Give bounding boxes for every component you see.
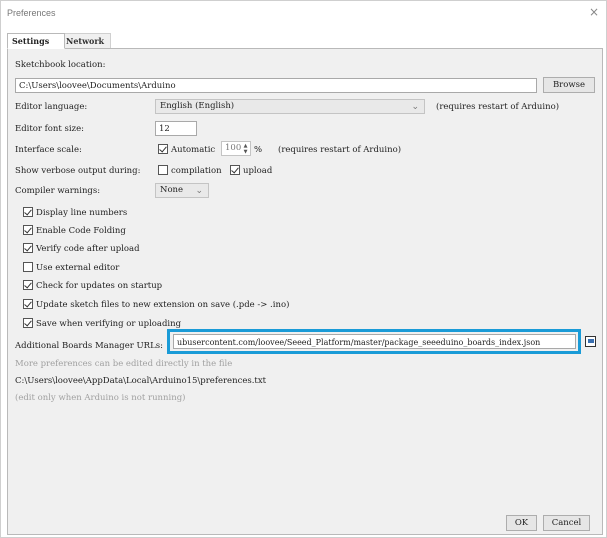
editor-language-label: Editor language: xyxy=(15,102,88,112)
editor-language-select[interactable]: English (English) ⌄ xyxy=(155,99,425,114)
window-title: Preferences xyxy=(7,8,56,18)
save-when-verifying-label: Save when verifying or uploading xyxy=(36,319,182,329)
update-extension-label: Update sketch files to new extension on … xyxy=(36,300,290,310)
verbose-compilation-label: compilation xyxy=(171,166,222,176)
tab-network[interactable]: Network xyxy=(61,33,111,49)
update-extension-checkbox[interactable] xyxy=(23,299,33,309)
edit-urls-icon[interactable] xyxy=(585,336,596,347)
scale-spinner[interactable]: 100 ▲ ▼ xyxy=(221,141,251,156)
preferences-window: Preferences × Settings Network Sketchboo… xyxy=(0,0,607,538)
browse-button[interactable]: Browse xyxy=(543,77,595,93)
external-editor-label: Use external editor xyxy=(36,263,120,273)
tab-settings[interactable]: Settings xyxy=(7,33,65,49)
check-updates-label: Check for updates on startup xyxy=(36,281,163,291)
external-editor-checkbox[interactable] xyxy=(23,262,33,272)
settings-panel: Sketchbook location: C:\Users\loovee\Doc… xyxy=(7,48,603,535)
enable-code-folding-label: Enable Code Folding xyxy=(36,226,126,236)
scale-value: 100 xyxy=(225,143,242,153)
check-updates-checkbox[interactable] xyxy=(23,280,33,290)
boards-manager-label: Additional Boards Manager URLs: xyxy=(15,341,163,351)
save-when-verifying-checkbox[interactable] xyxy=(23,318,33,328)
more-preferences-text: More preferences can be edited directly … xyxy=(15,359,233,369)
display-line-numbers-label: Display line numbers xyxy=(36,208,128,218)
sketchbook-path-input[interactable]: C:\Users\loovee\Documents\Arduino xyxy=(15,78,537,93)
automatic-scale-checkbox[interactable] xyxy=(158,144,168,154)
verify-code-label: Verify code after upload xyxy=(36,244,140,254)
chevron-down-icon: ⌄ xyxy=(411,102,419,112)
enable-code-folding-checkbox[interactable] xyxy=(23,225,33,235)
close-icon[interactable]: × xyxy=(587,5,601,19)
compiler-warnings-value: None xyxy=(160,185,184,195)
preferences-path-text[interactable]: C:\Users\loovee\AppData\Local\Arduino15\… xyxy=(15,376,266,386)
editor-language-note: (requires restart of Arduino) xyxy=(436,102,560,112)
spinner-arrows-icon[interactable]: ▲ ▼ xyxy=(242,143,249,155)
font-size-label: Editor font size: xyxy=(15,124,84,134)
interface-scale-label: Interface scale: xyxy=(15,145,82,155)
title-bar: Preferences × xyxy=(1,1,606,27)
verbose-compilation-checkbox[interactable] xyxy=(158,165,168,175)
editor-language-value: English (English) xyxy=(160,101,235,111)
edit-note-text: (edit only when Arduino is not running) xyxy=(15,393,186,403)
display-line-numbers-checkbox[interactable] xyxy=(23,207,33,217)
verify-code-checkbox[interactable] xyxy=(23,243,33,253)
verbose-upload-label: upload xyxy=(243,166,273,176)
compiler-warnings-label: Compiler warnings: xyxy=(15,186,101,196)
cancel-button[interactable]: Cancel xyxy=(543,515,590,531)
chevron-down-icon: ⌄ xyxy=(195,186,203,196)
automatic-scale-label: Automatic xyxy=(171,145,216,155)
interface-scale-note: (requires restart of Arduino) xyxy=(278,145,402,155)
verbose-upload-checkbox[interactable] xyxy=(230,165,240,175)
sketchbook-label: Sketchbook location: xyxy=(15,60,106,70)
compiler-warnings-select[interactable]: None ⌄ xyxy=(155,183,209,198)
font-size-input[interactable]: 12 xyxy=(155,121,197,136)
boards-manager-url-input[interactable]: ubusercontent.com/loovee/Seeed_Platform/… xyxy=(173,334,576,349)
scale-unit: % xyxy=(254,145,263,155)
ok-button[interactable]: OK xyxy=(506,515,537,531)
verbose-label: Show verbose output during: xyxy=(15,166,141,176)
